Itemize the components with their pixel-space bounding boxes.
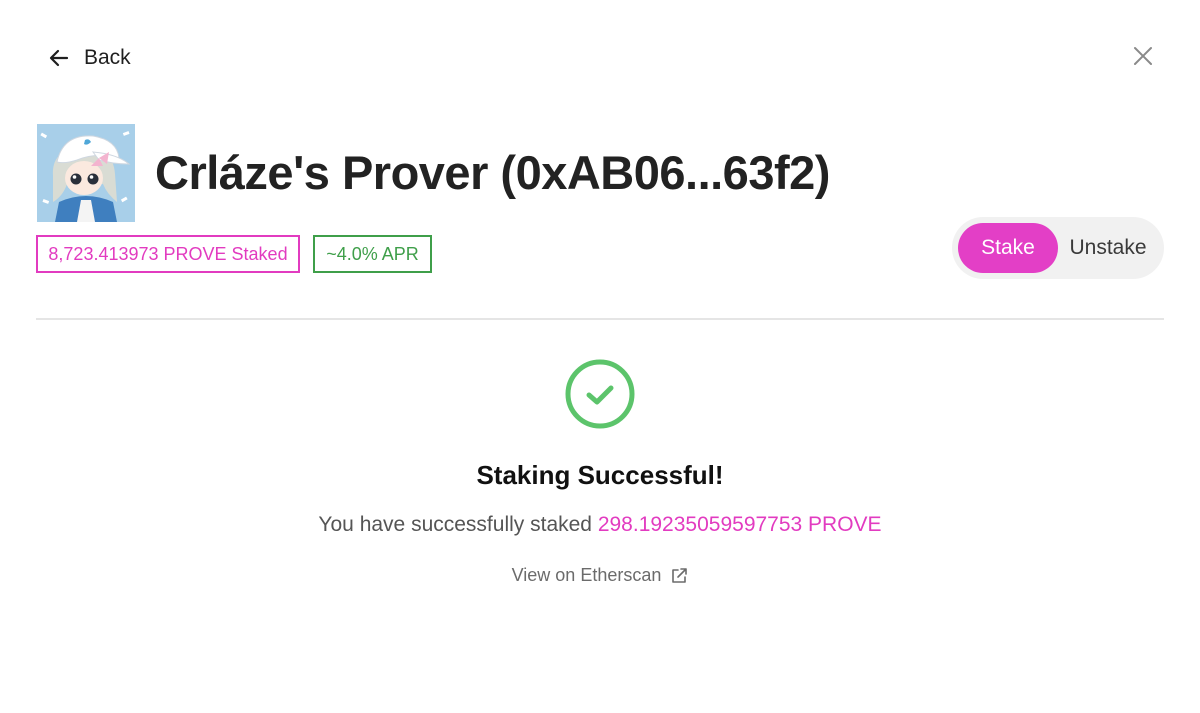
view-on-etherscan-link[interactable]: View on Etherscan <box>0 565 1200 586</box>
back-button[interactable]: Back <box>48 46 131 70</box>
stake-unstake-toggle: Stake Unstake <box>952 217 1164 279</box>
tab-unstake[interactable]: Unstake <box>1058 223 1158 273</box>
success-message-prefix: You have successfully staked <box>318 513 592 536</box>
close-button[interactable] <box>1131 44 1155 68</box>
prover-avatar <box>37 124 135 222</box>
close-icon <box>1131 47 1155 72</box>
external-link-icon <box>670 567 688 585</box>
back-label: Back <box>84 46 131 69</box>
apr-badge: ~4.0% APR <box>313 235 432 273</box>
staked-badge: 8,723.413973 PROVE Staked <box>36 235 300 273</box>
check-circle-icon <box>565 359 635 429</box>
tab-stake[interactable]: Stake <box>958 223 1058 273</box>
prover-title: Crláze's Prover (0xAB06...63f2) <box>155 146 830 199</box>
success-title: Staking Successful! <box>476 460 724 490</box>
arrow-left-icon <box>48 47 70 69</box>
staking-modal: Back Crláze's Prover (0xAB06...63f2) 8,7… <box>0 0 1200 713</box>
success-message: You have successfully staked 298.1923505… <box>0 513 1200 537</box>
staked-amount: 298.19235059597753 PROVE <box>597 513 882 536</box>
divider <box>36 318 1164 320</box>
etherscan-label: View on Etherscan <box>511 565 662 585</box>
